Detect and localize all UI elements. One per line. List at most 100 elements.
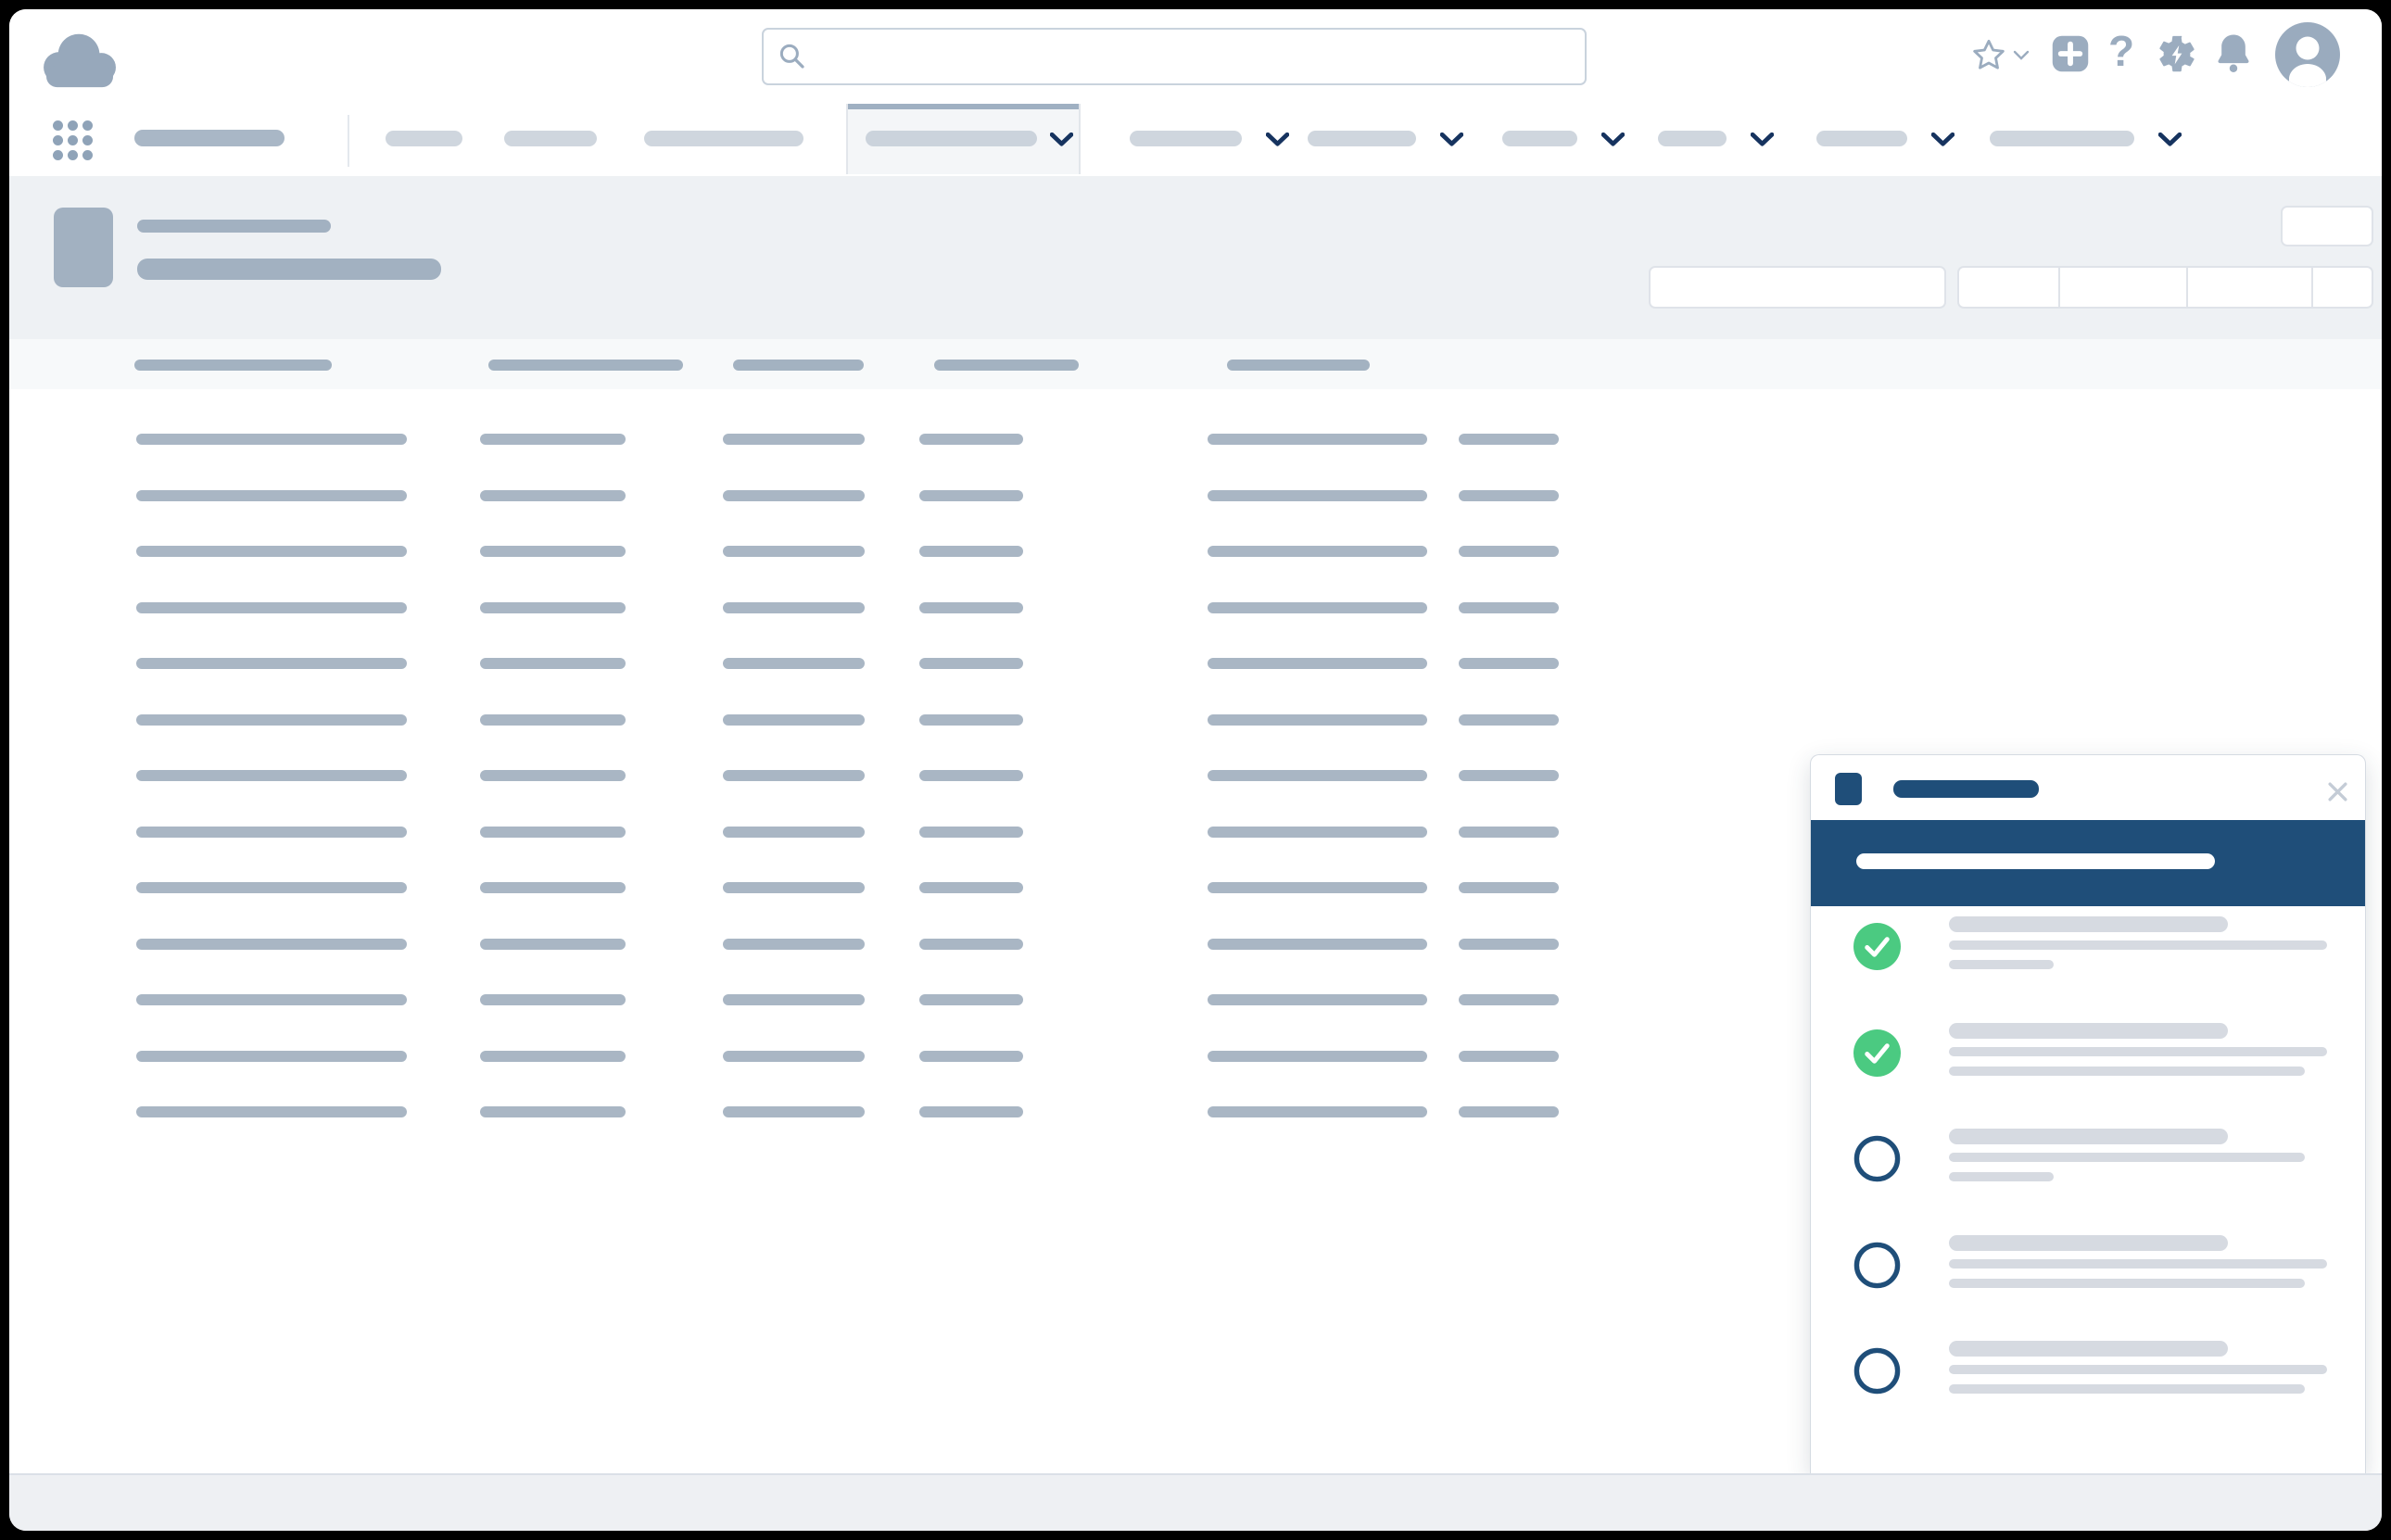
nav-tab-7[interactable] <box>1502 104 1626 174</box>
table-row[interactable] <box>9 468 2382 524</box>
cell-skeleton <box>480 434 626 445</box>
chevron-down-icon[interactable] <box>1050 133 1073 146</box>
list-search-box[interactable] <box>1649 266 1946 309</box>
table-row[interactable] <box>9 580 2382 636</box>
list-control-button-1[interactable] <box>1959 268 2061 307</box>
setup-gear-icon <box>2159 35 2195 72</box>
cell-skeleton <box>919 546 1023 557</box>
nav-tab-3[interactable] <box>644 104 803 174</box>
global-search-input[interactable] <box>762 28 1587 85</box>
cell-skeleton <box>136 826 407 838</box>
table-row[interactable] <box>9 692 2382 748</box>
nav-tab-6[interactable] <box>1308 104 1464 174</box>
chevron-down-icon[interactable] <box>2158 133 2182 146</box>
chevron-down-icon[interactable] <box>1440 133 1463 146</box>
cell-skeleton <box>136 1106 407 1117</box>
empty-circle-icon <box>1853 1347 1901 1395</box>
chevron-down-icon[interactable] <box>1751 133 1774 146</box>
cell-skeleton <box>136 1050 407 1062</box>
cell-skeleton <box>1208 713 1427 726</box>
checklist-item-3[interactable] <box>1811 1129 2365 1232</box>
table-row[interactable] <box>9 636 2382 691</box>
footer-bar <box>9 1473 2382 1531</box>
cell-skeleton <box>480 994 626 1005</box>
table-row[interactable] <box>9 411 2382 467</box>
global-header: ? <box>9 9 2382 106</box>
checklist-text-skeleton <box>1949 940 2327 950</box>
user-avatar-icon <box>2289 36 2326 87</box>
nav-divider <box>348 115 349 167</box>
list-control-button-3[interactable] <box>2188 268 2313 307</box>
help-icon: ? <box>2107 27 2135 75</box>
checklist-text-skeleton <box>1949 1365 2327 1374</box>
header-action-button[interactable] <box>2281 206 2373 246</box>
list-control-button-2[interactable] <box>2060 268 2188 307</box>
cell-skeleton <box>919 1050 1023 1062</box>
cell-skeleton <box>1459 489 1559 501</box>
user-avatar[interactable] <box>2275 22 2340 87</box>
chevron-down-icon[interactable] <box>1266 133 1289 146</box>
record-entity-icon-skeleton <box>54 208 113 287</box>
app-name-skeleton <box>134 130 285 146</box>
nav-tab-label-skeleton <box>1816 131 1907 146</box>
page-subtitle-skeleton <box>137 259 441 280</box>
onboarding-popup <box>1810 754 2366 1473</box>
cell-skeleton <box>480 658 626 669</box>
list-control-button-4[interactable] <box>2313 268 2372 307</box>
app-nav-bar <box>9 104 2382 178</box>
cell-skeleton <box>480 1106 626 1117</box>
search-icon <box>779 44 804 69</box>
empty-circle-icon <box>1853 1242 1901 1289</box>
cell-skeleton <box>723 882 865 893</box>
checklist-text-skeleton <box>1949 1259 2327 1269</box>
check-circle-icon <box>1853 923 1901 970</box>
cell-skeleton <box>1208 938 1427 950</box>
cell-skeleton <box>1459 434 1559 445</box>
nav-tab-label-skeleton <box>386 131 462 146</box>
cell-skeleton <box>480 489 626 501</box>
app-launcher-waffle-icon[interactable] <box>53 120 95 161</box>
checklist-item-2[interactable] <box>1811 1023 2365 1127</box>
checklist-text-skeleton <box>1949 960 2054 969</box>
checklist-text-skeleton <box>1949 1153 2305 1162</box>
table-row[interactable] <box>9 524 2382 579</box>
checklist-item-1[interactable] <box>1811 916 2365 1020</box>
nav-tab-label-skeleton <box>504 131 597 146</box>
nav-tab-8[interactable] <box>1658 104 1775 174</box>
checklist-text-skeleton <box>1949 1172 2054 1181</box>
cell-skeleton <box>136 658 407 669</box>
chevron-down-icon[interactable] <box>1931 133 1955 146</box>
nav-tab-5[interactable] <box>1130 104 1290 174</box>
cell-skeleton <box>1208 1106 1427 1117</box>
cell-skeleton <box>480 826 626 838</box>
chevron-down-icon[interactable] <box>1601 133 1625 146</box>
nav-tab-2[interactable] <box>504 104 597 174</box>
checklist-text-skeleton <box>1949 1279 2305 1288</box>
nav-tab-label-skeleton <box>1308 131 1416 146</box>
list-view-controls-group <box>1957 266 2373 309</box>
checklist-item-4[interactable] <box>1811 1235 2365 1339</box>
nav-tab-10[interactable] <box>1990 104 2182 174</box>
nav-tab-9[interactable] <box>1816 104 1955 174</box>
checklist-item-5[interactable] <box>1811 1341 2365 1445</box>
favorites-star-icon <box>1973 39 2005 69</box>
nav-tab-label-skeleton <box>1990 131 2134 146</box>
cell-skeleton <box>919 489 1023 501</box>
cell-skeleton <box>480 770 626 781</box>
cell-skeleton <box>136 601 407 613</box>
global-actions-plus-icon <box>2052 35 2089 72</box>
nav-tab-1[interactable] <box>386 104 462 174</box>
nav-tab-selected[interactable] <box>846 104 1081 174</box>
cell-skeleton <box>1208 601 1427 613</box>
checklist-text-skeleton <box>1949 1023 2228 1039</box>
checklist-text-skeleton <box>1949 1235 2228 1251</box>
app-window: ? <box>9 9 2382 1531</box>
help-button[interactable]: ? <box>2102 9 2141 104</box>
empty-circle-icon <box>1853 1135 1901 1182</box>
cell-skeleton <box>1208 1050 1427 1062</box>
column-header-skeleton <box>1227 360 1370 371</box>
close-icon[interactable] <box>2327 781 2348 802</box>
cell-skeleton <box>919 713 1023 726</box>
cell-skeleton <box>919 938 1023 950</box>
nav-tab-label-skeleton <box>1502 131 1577 146</box>
